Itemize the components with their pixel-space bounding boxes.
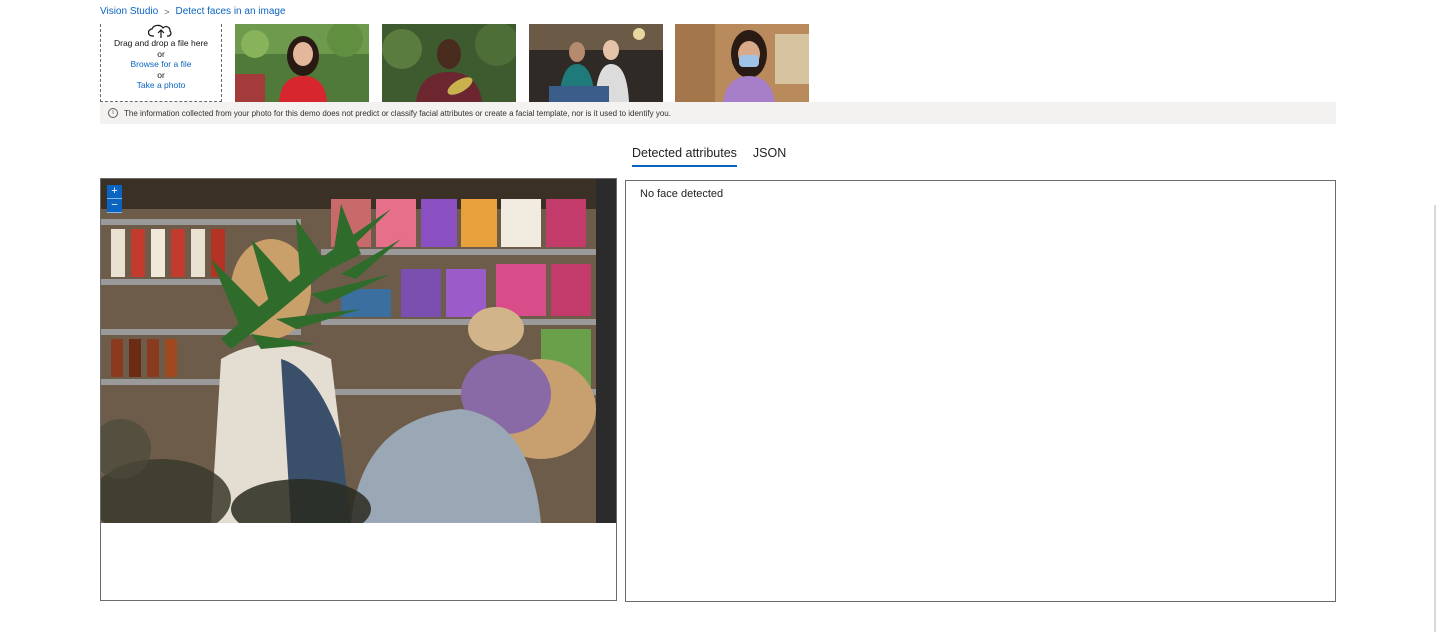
image-viewer[interactable]: + − xyxy=(100,178,617,601)
cloud-upload-icon xyxy=(148,24,172,38)
detected-attributes-panel: No face detected xyxy=(625,180,1336,602)
sample-image-4[interactable] xyxy=(675,24,809,102)
upload-drop-zone[interactable]: Drag and drop a file here or Browse for … xyxy=(100,24,222,102)
analyzed-photo xyxy=(101,179,616,523)
drag-drop-label: Drag and drop a file here xyxy=(113,38,209,48)
info-icon: i xyxy=(108,108,118,118)
breadcrumb-detect-faces[interactable]: Detect faces in an image xyxy=(175,6,285,17)
sample-image-2[interactable] xyxy=(382,24,516,102)
sample-image-1[interactable] xyxy=(235,24,369,102)
breadcrumb-vision-studio[interactable]: Vision Studio xyxy=(100,6,158,17)
sample-image-3[interactable] xyxy=(529,24,663,102)
browse-file-link[interactable]: Browse for a file xyxy=(101,59,221,70)
breadcrumb: Vision Studio > Detect faces in an image xyxy=(100,6,286,17)
privacy-notice: i The information collected from your ph… xyxy=(100,102,1336,124)
sample-woman-face-mask xyxy=(675,24,809,102)
or-label: or xyxy=(157,69,165,80)
privacy-notice-text: The information collected from your phot… xyxy=(124,108,671,118)
tab-detected-attributes[interactable]: Detected attributes xyxy=(632,146,737,167)
sample-man-burgundy-shirt xyxy=(382,24,516,102)
or-label: or xyxy=(157,48,165,59)
zoom-out-button[interactable]: − xyxy=(107,199,122,213)
page-scrollbar[interactable] xyxy=(1434,205,1436,632)
zoom-controls: + − xyxy=(107,185,122,213)
chevron-right-icon: > xyxy=(164,6,170,17)
zoom-in-button[interactable]: + xyxy=(107,185,122,199)
no-face-message: No face detected xyxy=(640,188,724,200)
take-photo-link[interactable]: Take a photo xyxy=(101,80,221,91)
results-tabs: Detected attributes JSON xyxy=(632,146,786,167)
sample-two-women-seated xyxy=(529,24,663,102)
tab-json[interactable]: JSON xyxy=(753,146,786,167)
sample-woman-red-top xyxy=(235,24,369,102)
